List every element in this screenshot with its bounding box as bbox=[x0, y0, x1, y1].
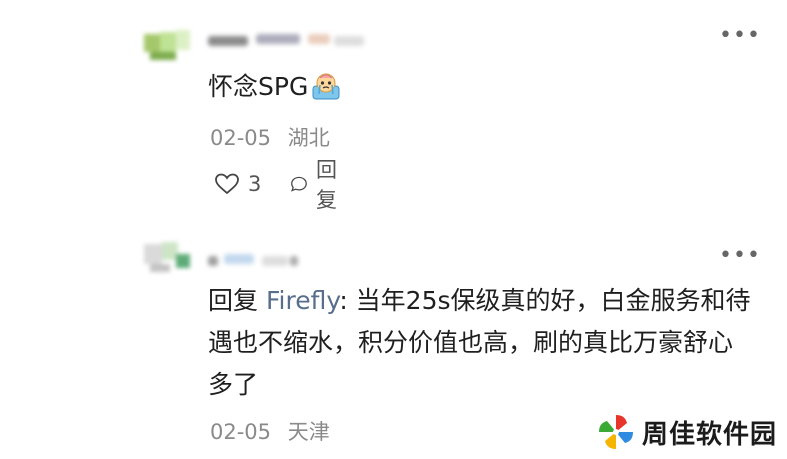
comment-meta: 02-05 湖北 bbox=[210, 122, 330, 152]
username-blurred[interactable] bbox=[208, 250, 368, 270]
reply-label: 回复 bbox=[315, 158, 337, 212]
watermark: 周佳软件园 bbox=[596, 412, 777, 452]
comment-location: 湖北 bbox=[287, 126, 330, 150]
comment-text: 回复 Firefly: 当年25s保级真的好，白金服务和待遇也不缩水，积分价值也… bbox=[208, 280, 753, 406]
comment-date: 02-05 bbox=[210, 420, 272, 444]
reply-prefix: 回复 bbox=[208, 286, 259, 315]
comment-location: 天津 bbox=[287, 420, 330, 444]
comment-item: ••• 怀念SPG 02-05 湖北 3 回复 bbox=[0, 0, 787, 230]
comment-date: 02-05 bbox=[210, 126, 272, 150]
comment-meta: 02-05 天津 bbox=[210, 416, 330, 446]
avatar[interactable] bbox=[140, 238, 192, 274]
reply-target-username[interactable]: Firefly bbox=[266, 286, 339, 315]
heart-icon bbox=[215, 173, 239, 195]
more-options-button[interactable]: ••• bbox=[719, 25, 760, 47]
crying-face-emoji-icon bbox=[310, 71, 342, 100]
comment-bubble-icon bbox=[291, 176, 307, 192]
pinwheel-logo-icon bbox=[599, 415, 633, 449]
comment-text: 怀念SPG bbox=[208, 66, 753, 108]
like-count: 3 bbox=[248, 172, 262, 196]
avatar[interactable] bbox=[140, 28, 192, 64]
reply-button[interactable]: 回复 bbox=[290, 158, 345, 212]
like-button[interactable]: 3 bbox=[214, 168, 261, 200]
watermark-text: 周佳软件园 bbox=[642, 419, 778, 450]
more-options-button[interactable]: ••• bbox=[719, 245, 760, 267]
comment-body: 怀念SPG bbox=[208, 72, 309, 101]
username-blurred[interactable] bbox=[208, 30, 368, 50]
